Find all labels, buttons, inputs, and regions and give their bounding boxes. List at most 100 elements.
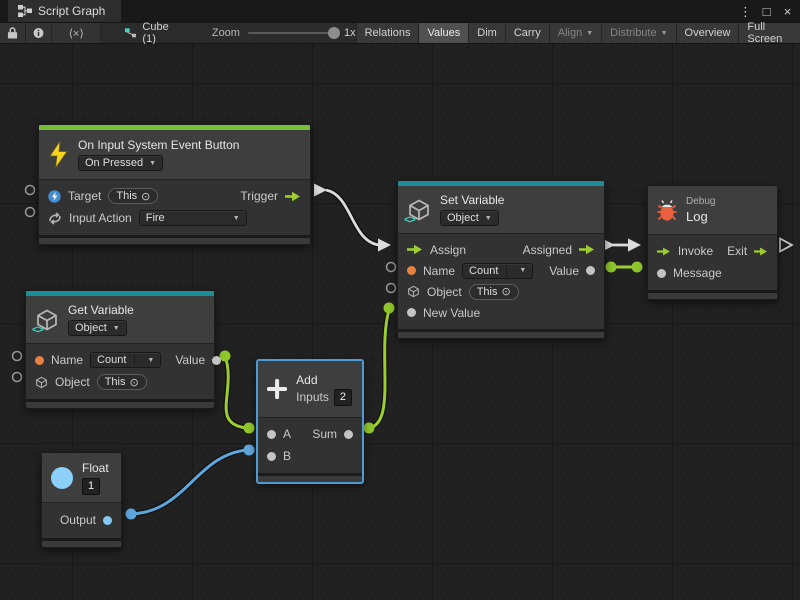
a-label: A — [283, 427, 291, 441]
float-value-field[interactable]: 1 — [82, 478, 100, 495]
node-footer — [39, 235, 310, 244]
node-header: Debug Log — [648, 186, 777, 235]
input-b-row: B — [258, 445, 362, 467]
input-action-dropdown[interactable]: Fire ▼ — [139, 210, 247, 226]
variable-cube-icon: <> — [35, 308, 59, 332]
zoom-slider[interactable] — [248, 32, 336, 34]
zoom-slider-handle[interactable] — [328, 27, 340, 39]
new-value-label: New Value — [423, 306, 480, 320]
name-input-port[interactable] — [407, 266, 416, 275]
node-add[interactable]: Add Inputs 2 A Sum B — [257, 360, 363, 483]
target-object-chip[interactable]: This ⊙ — [108, 188, 158, 204]
node-header: Add Inputs 2 — [258, 361, 362, 418]
window-controls: ⋮ □ × — [737, 0, 796, 22]
full-screen-button[interactable]: Full Screen — [738, 23, 800, 43]
variable-cube-icon: <> — [407, 198, 431, 222]
node-body: Name Count ▼ Value Object This ⊙ — [26, 344, 214, 399]
object-row: Object This ⊙ — [398, 281, 604, 302]
chevron-down-icon: ▼ — [149, 160, 156, 167]
variable-scope-dropdown[interactable]: Object ▼ — [68, 320, 127, 336]
object-chip[interactable]: This ⊙ — [97, 374, 147, 390]
title-bar: Script Graph ⋮ □ × — [0, 0, 800, 22]
new-value-row: New Value — [398, 302, 604, 323]
assign-row: Assign Assigned — [398, 239, 604, 260]
object-row: Object This ⊙ — [26, 371, 214, 393]
node-title: Float — [82, 461, 109, 475]
node-footer — [26, 399, 214, 408]
trigger-label: Trigger — [240, 189, 278, 203]
node-set-variable[interactable]: <> Set Variable Object ▼ Assign Assigned… — [397, 180, 605, 339]
output-port[interactable] — [103, 516, 112, 525]
input-action-icon — [48, 212, 62, 225]
node-debug-log[interactable]: Debug Log Invoke Exit Message — [647, 185, 778, 300]
inputs-count-field[interactable]: 2 — [334, 389, 352, 406]
node-title: Log — [686, 209, 715, 224]
menu-icon[interactable]: ⋮ — [737, 2, 754, 20]
zoom-control: Zoom 1x — [212, 23, 356, 43]
maximize-icon[interactable]: □ — [758, 2, 775, 20]
tab-script-graph[interactable]: Script Graph — [8, 0, 121, 22]
value-output-port[interactable] — [586, 266, 595, 275]
new-value-input-port[interactable] — [407, 308, 416, 317]
graph-toolbar: ⟨×⟩ Cube (1) Zoom 1x Relations Values Di… — [0, 22, 800, 44]
assigned-output-port[interactable] — [579, 244, 595, 255]
message-input-port[interactable] — [657, 269, 666, 278]
target-picker-icon: ⊙ — [141, 190, 150, 203]
object-label: Object — [427, 285, 462, 299]
node-category: Debug — [686, 196, 715, 207]
chevron-down-icon: ▼ — [113, 325, 120, 332]
relations-button[interactable]: Relations — [356, 23, 419, 43]
node-body: Invoke Exit Message — [648, 235, 777, 290]
b-input-port[interactable] — [267, 452, 276, 461]
inputs-label: Inputs — [296, 390, 329, 404]
dim-button[interactable]: Dim — [468, 23, 505, 43]
value-output-port[interactable] — [212, 356, 221, 365]
align-button[interactable]: Align ▼ — [549, 23, 601, 43]
close-icon[interactable]: × — [779, 2, 796, 20]
sum-output-port[interactable] — [344, 430, 353, 439]
input-a-row: A Sum — [258, 423, 362, 445]
code-view-button[interactable]: ⟨×⟩ — [52, 23, 101, 43]
variable-name-dropdown[interactable]: Count ▼ — [462, 263, 533, 279]
invoke-row: Invoke Exit — [648, 240, 777, 262]
sum-label: Sum — [312, 427, 337, 441]
chevron-down-icon: ▼ — [513, 267, 532, 274]
event-type-dropdown[interactable]: On Pressed ▼ — [78, 155, 163, 171]
variable-name-dropdown[interactable]: Count ▼ — [90, 352, 161, 368]
zoom-level: 1x — [344, 27, 356, 39]
carry-button[interactable]: Carry — [505, 23, 549, 43]
tab-title: Script Graph — [38, 4, 105, 18]
node-footer — [398, 329, 604, 338]
node-footer — [258, 473, 362, 482]
node-header: Float 1 — [42, 453, 121, 503]
graph-reference[interactable]: Cube (1) — [115, 23, 185, 43]
values-button[interactable]: Values — [418, 23, 468, 43]
node-float[interactable]: Float 1 Output — [41, 452, 122, 548]
node-on-input-event[interactable]: On Input System Event Button On Pressed … — [38, 124, 311, 245]
invoke-input-port[interactable] — [657, 246, 671, 257]
node-title: Add — [296, 373, 352, 387]
message-label: Message — [673, 266, 722, 280]
node-title: Get Variable — [68, 303, 134, 317]
distribute-button[interactable]: Distribute ▼ — [601, 23, 675, 43]
name-label: Name — [51, 353, 83, 367]
lock-icon — [7, 26, 18, 40]
b-label: B — [283, 449, 291, 463]
code-icon: ⟨×⟩ — [69, 27, 84, 40]
overview-button[interactable]: Overview — [676, 23, 739, 43]
bug-icon — [657, 199, 677, 222]
a-input-port[interactable] — [267, 430, 276, 439]
exit-output-port[interactable] — [754, 246, 768, 257]
output-label: Output — [60, 513, 96, 527]
target-picker-icon: ⊙ — [501, 285, 510, 298]
variable-scope-dropdown[interactable]: Object ▼ — [440, 210, 499, 226]
info-button[interactable] — [26, 23, 52, 43]
object-chip[interactable]: This ⊙ — [469, 284, 519, 300]
graph-name: Cube (1) — [142, 21, 175, 45]
node-get-variable[interactable]: <> Get Variable Object ▼ Name Count ▼ Va… — [25, 290, 215, 409]
node-footer — [648, 290, 777, 299]
trigger-output-port[interactable] — [285, 191, 301, 202]
lock-button[interactable] — [0, 23, 26, 43]
assign-input-port[interactable] — [407, 244, 423, 255]
name-input-port[interactable] — [35, 356, 44, 365]
